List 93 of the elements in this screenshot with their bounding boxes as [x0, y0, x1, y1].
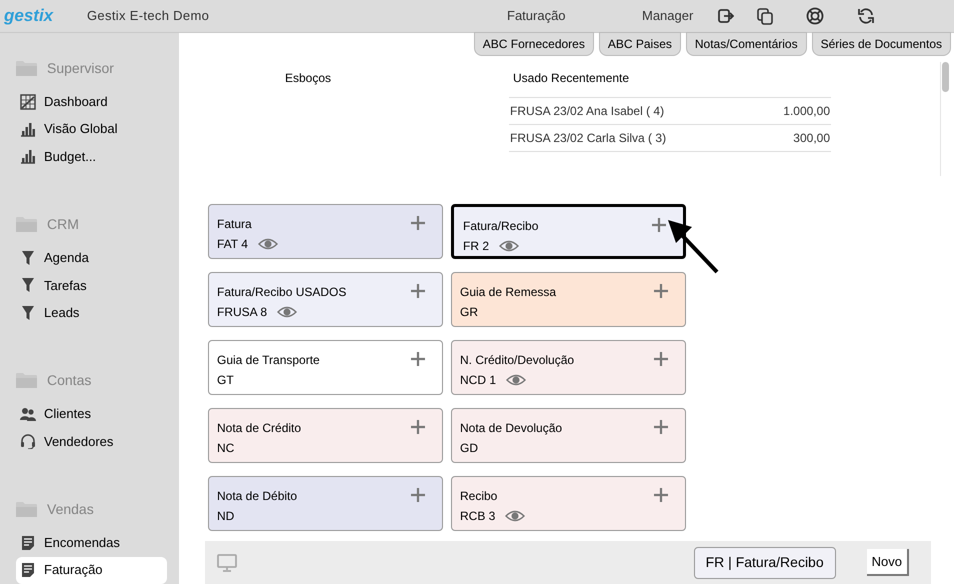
- bar-chart-icon: [20, 148, 36, 164]
- document-icon: [20, 534, 36, 551]
- add-icon[interactable]: [654, 352, 668, 366]
- sidebar-item[interactable]: Faturação: [16, 556, 167, 584]
- document-type-name: Nota de Devolução: [460, 420, 562, 437]
- tab[interactable]: ABC Paises: [598, 32, 681, 56]
- lifebuoy-icon[interactable]: [806, 7, 824, 25]
- document-type-name: Fatura: [217, 216, 252, 233]
- sidebar-item[interactable]: Leads: [16, 298, 167, 326]
- refresh-icon[interactable]: [857, 7, 875, 25]
- document-code: FR 2: [463, 238, 490, 255]
- document-type-name: Nota de Crédito: [217, 420, 302, 437]
- sidebar-item[interactable]: Tarefas: [16, 272, 167, 299]
- document-type-card[interactable]: Guia de Remessa GR: [451, 272, 686, 327]
- document-type-name: Nota de Débito: [217, 488, 298, 505]
- document-type-button[interactable]: FR | Fatura/Recibo: [694, 546, 836, 578]
- add-icon[interactable]: [652, 218, 666, 232]
- document-icon: [20, 562, 36, 578]
- section-title: Esboços: [285, 71, 332, 85]
- bar-chart-icon: [20, 121, 36, 138]
- sidebar-item[interactable]: Clientes: [16, 400, 167, 428]
- document-code: RCB 3: [460, 508, 496, 525]
- folder-icon: [16, 501, 37, 518]
- sidebar-item[interactable]: Encomendas: [16, 529, 167, 557]
- document-code: GR: [460, 304, 478, 321]
- document-code: FRUSA 8: [217, 304, 268, 321]
- eye-icon[interactable]: [505, 510, 526, 522]
- eye-icon[interactable]: [258, 238, 278, 250]
- document-type-card[interactable]: Fatura/Recibo FR 2: [451, 204, 686, 259]
- tab[interactable]: Notas/Comentários: [686, 32, 807, 56]
- headset-icon: [20, 433, 36, 450]
- document-code: NCD 1: [460, 372, 496, 389]
- add-icon[interactable]: [411, 488, 425, 502]
- section-title: Usado Recentemente: [513, 70, 630, 87]
- folder-icon: [16, 216, 37, 234]
- document-type-card[interactable]: N. Crédito/Devolução NCD 1: [451, 340, 686, 395]
- recent-row[interactable]: FRUSA 23/02 Ana Isabel ( 4) 1.000,00: [509, 98, 831, 125]
- document-type-card[interactable]: Guia de Transporte GT: [208, 340, 443, 395]
- eye-icon[interactable]: [277, 306, 298, 318]
- eye-icon[interactable]: [499, 240, 520, 252]
- sidebar-item[interactable]: Visão Global: [16, 115, 167, 143]
- group-label: Contas: [47, 371, 92, 390]
- document-type-card[interactable]: Fatura FAT 4: [208, 204, 443, 259]
- page-title: Faturação: [507, 7, 567, 26]
- document-code: FAT 4: [217, 236, 248, 253]
- group-label: Vendas: [47, 500, 94, 520]
- add-icon[interactable]: [654, 488, 668, 502]
- document-type-card[interactable]: Nota de Débito ND: [208, 476, 443, 531]
- document-type-card[interactable]: Fatura/Recibo USADOS FRUSA 8: [208, 272, 443, 327]
- document-type-name: N. Crédito/Devolução: [460, 352, 574, 369]
- recent-row[interactable]: FRUSA 23/02 Carla Silva ( 3) 300,00: [509, 125, 831, 152]
- filter-icon: [20, 250, 36, 266]
- logo: gestix: [4, 5, 54, 28]
- sidebar-item[interactable]: Dashboard: [16, 88, 167, 116]
- sidebar-item[interactable]: Agenda: [16, 244, 167, 272]
- filter-icon: [20, 277, 36, 294]
- sidebar-item[interactable]: Budget...: [16, 142, 167, 170]
- tab[interactable]: ABC Fornecedores: [474, 32, 594, 56]
- add-icon[interactable]: [411, 216, 425, 230]
- eye-icon[interactable]: [506, 374, 526, 386]
- document-code: GT: [217, 372, 234, 389]
- add-icon[interactable]: [411, 284, 425, 298]
- filter-icon: [20, 304, 36, 321]
- copy-icon[interactable]: [757, 8, 773, 24]
- user-name: Manager: [642, 7, 694, 26]
- folder-icon: [16, 372, 37, 390]
- group-label: CRM: [47, 215, 79, 234]
- logout-icon[interactable]: [718, 9, 734, 23]
- document-type-name: Fatura/Recibo: [463, 218, 538, 235]
- document-type-card[interactable]: Nota de Devolução GD: [451, 408, 686, 463]
- new-button[interactable]: Novo: [866, 549, 909, 576]
- document-type-card[interactable]: Recibo RCB 3: [451, 476, 686, 531]
- add-icon[interactable]: [411, 352, 425, 366]
- tab[interactable]: Séries de Documentos: [812, 32, 951, 56]
- group-label: Supervisor: [47, 59, 114, 78]
- document-type-name: Guia de Remessa: [460, 284, 556, 301]
- company-name: Gestix E-tech Demo: [87, 7, 210, 26]
- sidebar-item[interactable]: Vendedores: [16, 428, 167, 456]
- people-icon: [20, 406, 36, 422]
- arrow-drawing: [666, 218, 720, 274]
- dashboard-icon: [20, 94, 36, 110]
- document-type-card[interactable]: Nota de Crédito NC: [208, 408, 443, 463]
- folder-icon: [16, 60, 37, 78]
- document-type-name: Guia de Transporte: [217, 352, 320, 369]
- add-icon[interactable]: [654, 284, 668, 298]
- document-code: NC: [217, 440, 234, 457]
- add-icon[interactable]: [654, 420, 668, 434]
- document-type-name: Recibo: [460, 488, 498, 505]
- scrollbar[interactable]: [940, 62, 950, 176]
- document-code: ND: [217, 508, 234, 525]
- add-icon[interactable]: [411, 420, 425, 434]
- document-type-name: Fatura/Recibo USADOS: [217, 284, 346, 301]
- document-code: GD: [460, 440, 478, 457]
